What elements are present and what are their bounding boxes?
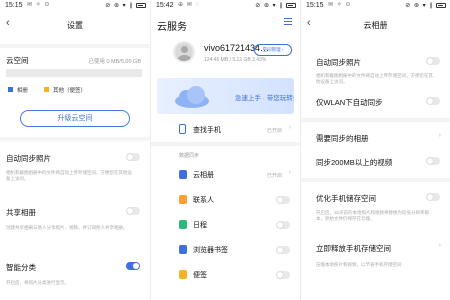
free-up-space-label[interactable]: 立即释放手机存储空间 <box>316 243 391 254</box>
divider <box>151 142 300 146</box>
phone-icon <box>179 124 186 134</box>
data-sync-header: 数据同步 <box>179 153 200 159</box>
sync-large-videos-toggle[interactable] <box>426 157 440 165</box>
wlan-only-sync-label: 仅WLAN下自动同步 <box>316 98 383 107</box>
smart-classify-toggle[interactable] <box>126 262 140 270</box>
page-title: 云相册 <box>363 21 388 30</box>
quick-start-banner[interactable]: 急速上手 · 带您玩转云服务 <box>157 78 294 114</box>
sync-item-calendar-label[interactable]: 日程 <box>193 220 207 230</box>
auto-sync-photos-label: 自动同步照片 <box>316 58 361 67</box>
albums-to-sync-label[interactable]: 需要同步的相册 <box>316 133 369 144</box>
avatar[interactable] <box>173 41 195 63</box>
notification-icons: ⊕ ✉ ◌ <box>178 2 200 8</box>
chevron-right-icon[interactable]: › <box>439 132 441 139</box>
auto-sync-photos-desc: 相机和截图相册中的文件将自动上传存储空间，方便您在其他设备上访问。 <box>316 73 433 84</box>
chevron-right-icon[interactable]: › <box>439 242 441 249</box>
page-title: 设置 <box>67 21 83 30</box>
status-time: 15:15 <box>306 2 324 9</box>
battery-icon <box>136 2 146 8</box>
status-bar: 15:15 ✉ ✧ ⊙ ⊘ ⊛ ▾ ∥ <box>301 0 450 13</box>
status-time: 15:15 <box>5 2 23 9</box>
divider <box>0 137 150 141</box>
smart-classify-desc: 开启后，将照片分类进行显示。 <box>6 280 69 285</box>
sync-item-album-status: 已开启 <box>266 173 282 179</box>
album-legend-swatch <box>8 87 13 92</box>
other-legend-swatch <box>44 87 49 92</box>
space-management-button[interactable]: 空间管理 › <box>254 44 292 56</box>
notification-icons: ✉ ✧ ⊙ <box>27 2 51 8</box>
auto-sync-photos-toggle[interactable] <box>426 57 440 65</box>
album-icon <box>179 170 187 179</box>
optimize-storage-desc: 开启后，30天前的本地照片和视频将替换为较低分辨率版本，原始文件仍保存在云端。 <box>316 210 430 221</box>
storage-progress-bar <box>6 69 142 77</box>
calendar-icon <box>179 220 187 229</box>
divider <box>301 178 450 182</box>
upgrade-cloud-space-button[interactable]: 升级云空间 <box>20 110 130 127</box>
contacts-icon <box>179 195 187 204</box>
page-title: 云服务 <box>157 22 187 33</box>
find-phone-label[interactable]: 查找手机 <box>193 125 221 135</box>
notification-icons: ✉ ✧ ⊙ <box>328 2 352 8</box>
usage-text: 已使用 0 MB/5.00 GB <box>88 59 141 65</box>
find-phone-status: 已开启 <box>266 128 282 134</box>
shared-album-desc: 创建共享相册与他人分享照片、视频，并订阅他人共享相册。 <box>6 225 128 230</box>
chevron-right-icon[interactable]: › <box>289 124 291 131</box>
sync-item-album-label[interactable]: 云相册 <box>193 170 214 180</box>
cloud-album-screen: 15:15 ✉ ✧ ⊙ ⊘ ⊛ ▾ ∥ ‹ 云相册 自动同步照片 相机和截图相册… <box>300 0 450 300</box>
sync-item-contacts-label[interactable]: 联系人 <box>193 195 214 205</box>
bookmark-icon <box>179 245 187 254</box>
system-icons: ⊘ ⊛ ▾ ∥ <box>405 2 446 9</box>
menu-icon[interactable] <box>284 18 292 25</box>
smart-classify-label: 智能分类 <box>6 263 36 272</box>
status-bar: 15:42 ⊕ ✉ ◌ ⊘ ⊛ ▾ ∥ <box>151 0 300 13</box>
sync-notes-toggle[interactable] <box>276 271 290 279</box>
optimize-storage-label: 优化手机储存空间 <box>316 194 376 203</box>
cloud-icon <box>175 86 209 108</box>
shared-album-label: 共享相册 <box>6 208 36 217</box>
nav-bar: ‹ 云相册 <box>301 14 450 34</box>
auto-sync-photos-desc: 相机和截图相册中的文件将自动上传存储空间，方便您在其他设备上访问。 <box>6 170 132 181</box>
status-bar: 15:15 ✉ ✧ ⊙ ⊘ ⊛ ▾ ∥ <box>0 0 150 13</box>
sync-bookmarks-toggle[interactable] <box>276 246 290 254</box>
banner-text: 急速上手 · 带您玩转云服务 <box>235 95 294 102</box>
battery-icon <box>436 2 446 8</box>
cloud-service-screen: 15:42 ⊕ ✉ ◌ ⊘ ⊛ ▾ ∥ 云服务 vivo61721434… 12… <box>150 0 300 300</box>
other-legend-label: 其他（便签） <box>53 88 87 94</box>
settings-screen: 15:15 ✉ ✧ ⊙ ⊘ ⊛ ▾ ∥ ‹ 设置 云空间 已使用 0 MB/5.… <box>0 0 150 300</box>
notes-icon <box>179 270 187 279</box>
chevron-right-icon[interactable]: › <box>289 169 291 176</box>
optimize-storage-toggle[interactable] <box>426 193 440 201</box>
account-quota: 124.46 MB / 5.12 GB 2.43% <box>204 57 267 63</box>
nav-bar: 云服务 <box>151 14 300 34</box>
divider <box>0 44 150 48</box>
shared-album-toggle[interactable] <box>126 207 140 215</box>
sync-item-notes-label[interactable]: 便签 <box>193 270 207 280</box>
sync-calendar-toggle[interactable] <box>276 221 290 229</box>
sync-large-videos-label: 同步200MB以上的视频 <box>316 158 393 167</box>
system-icons: ⊘ ⊛ ▾ ∥ <box>255 2 296 9</box>
battery-icon <box>286 2 296 8</box>
auto-sync-photos-label: 自动同步照片 <box>6 154 51 163</box>
sync-item-bookmarks-label[interactable]: 浏览器书签 <box>193 245 228 255</box>
divider <box>301 118 450 122</box>
cloud-space-label: 云空间 <box>6 56 29 65</box>
album-legend-label: 相册 <box>17 88 29 94</box>
auto-sync-photos-toggle[interactable] <box>126 153 140 161</box>
status-time: 15:42 <box>156 2 174 9</box>
free-up-space-desc: 压缩本地照片和视频，以节省手机存储空间 <box>316 262 402 267</box>
sync-contacts-toggle[interactable] <box>276 196 290 204</box>
nav-bar: ‹ 设置 <box>0 14 150 34</box>
wlan-only-sync-toggle[interactable] <box>426 97 440 105</box>
system-icons: ⊘ ⊛ ▾ ∥ <box>105 2 146 9</box>
